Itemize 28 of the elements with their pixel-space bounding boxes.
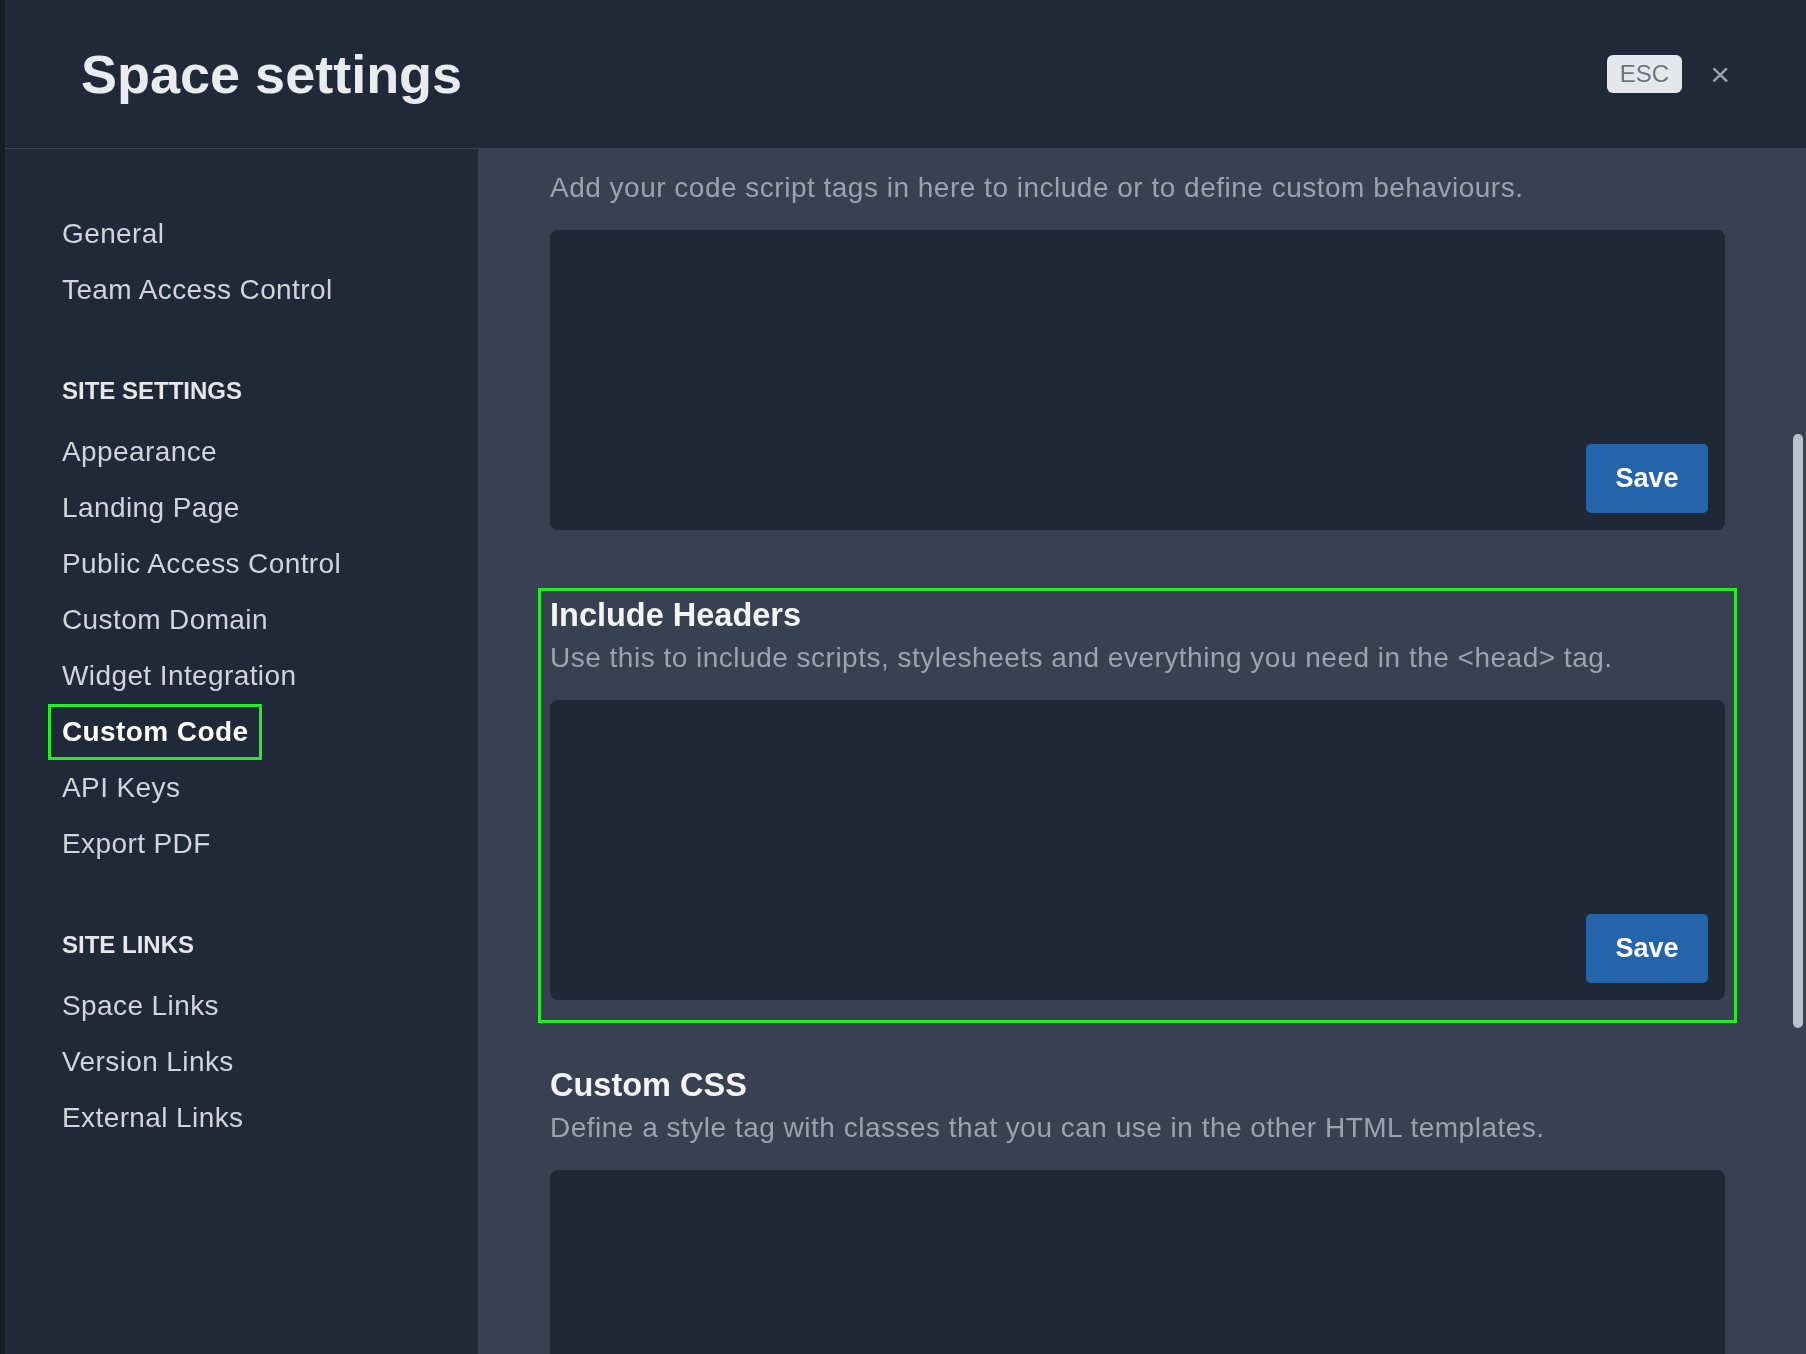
sidebar-item[interactable]: Custom Domain [48,592,282,648]
save-button[interactable]: Save [1586,914,1708,983]
sidebar-item[interactable]: Custom Code [48,704,263,760]
section-title: Include Headers [550,596,803,635]
sidebar-item[interactable]: Public Access Control [48,536,356,592]
sidebar-item[interactable]: API Keys [48,760,195,816]
section-title: Custom CSS [550,1066,748,1105]
sidebar-item[interactable]: Team Access Control [48,262,347,318]
scrollbar-thumb[interactable] [1793,434,1803,1028]
sidebar-item[interactable]: Appearance [48,424,231,480]
sidebar-item[interactable]: Version Links [48,1034,248,1090]
window-title: Space settings [81,43,464,105]
sidebar-item[interactable]: Widget Integration [48,648,311,704]
code-editor-field[interactable]: Save [550,700,1725,1000]
sidebar-item[interactable]: Export PDF [48,816,225,872]
section-description: Define a style tag with classes that you can use in the other HTML templates. [550,1111,1546,1145]
shortcut-badge: ESC [1606,55,1683,93]
close-button[interactable]: × [1704,57,1736,91]
sidebar-item[interactable]: Landing Page [48,480,254,536]
code-editor-field[interactable]: Save [550,230,1725,530]
section-description: Add your code script tags in here to include or to define custom behaviours. [550,171,1525,205]
section-heading: SITE SETTINGS [62,376,243,406]
sidebar-item[interactable]: General [48,206,179,262]
section-heading: SITE LINKS [62,930,194,960]
save-button[interactable]: Save [1586,444,1708,513]
sidebar-item[interactable]: External Links [48,1090,258,1146]
sidebar-item[interactable]: Space Links [48,978,233,1034]
section-description: Use this to include scripts, stylesheets and everything you need in the <head> tag. [550,641,1614,675]
